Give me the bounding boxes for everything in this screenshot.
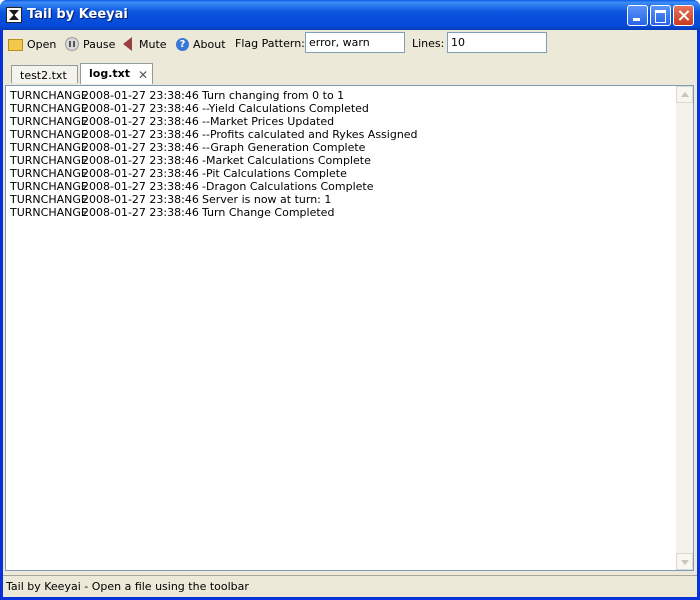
about-button[interactable]: ? About [176,36,226,52]
window-title: Tail by Keeyai [27,7,128,22]
log-line: TURNCHANGE2008-01-27 23:38:46 -Pit Calcul… [10,167,670,180]
log-line: TURNCHANGE2008-01-27 23:38:46 Turn Change… [10,206,670,219]
log-timestamp: 2008-01-27 23:38:46 [82,193,199,206]
log-timestamp: 2008-01-27 23:38:46 [82,115,199,128]
log-line: TURNCHANGE2008-01-27 23:38:46 Server is n… [10,193,670,206]
log-timestamp: 2008-01-27 23:38:46 [82,141,199,154]
app-window: Tail by Keeyai Open Pause Mute ? About F… [0,0,700,600]
log-line: TURNCHANGE2008-01-27 23:38:46 --Profits c… [10,128,670,141]
log-level: TURNCHANGE [10,154,88,167]
log-timestamp: 2008-01-27 23:38:46 [82,102,199,115]
log-timestamp: 2008-01-27 23:38:46 [82,128,199,141]
log-level: TURNCHANGE [10,141,88,154]
pause-label: Pause [83,37,116,51]
log-level: TURNCHANGE [10,193,88,206]
log-line: TURNCHANGE2008-01-27 23:38:46 --Graph Gen… [10,141,670,154]
log-level: TURNCHANGE [10,180,88,193]
log-message: -Market Calculations Complete [202,154,371,167]
log-timestamp: 2008-01-27 23:38:46 [82,89,199,102]
log-timestamp: 2008-01-27 23:38:46 [82,167,199,180]
log-timestamp: 2008-01-27 23:38:46 [82,154,199,167]
folder-open-icon [8,39,23,51]
scroll-up-button[interactable] [676,86,693,103]
log-lines: TURNCHANGE2008-01-27 23:38:46 Turn changi… [10,89,670,219]
minimize-button[interactable] [627,5,648,26]
arrow-up-icon [681,92,689,97]
log-level: TURNCHANGE [10,206,88,219]
minimize-icon [628,6,647,25]
lines-label: Lines: [412,37,445,50]
client-area: Open Pause Mute ? About Flag Pattern: Li… [3,30,697,597]
help-icon: ? [176,37,189,51]
status-bar: Tail by Keeyai - Open a file using the t… [3,575,697,598]
open-button[interactable]: Open [8,36,56,52]
mute-label: Mute [139,37,167,51]
log-message: Turn Change Completed [202,206,335,219]
title-bar[interactable]: Tail by Keeyai [0,0,700,30]
flag-pattern-label: Flag Pattern: [235,37,305,50]
tab-log[interactable]: log.txt ✕ [80,63,153,84]
open-label: Open [27,37,57,51]
flag-pattern-input[interactable] [305,32,405,53]
log-view[interactable]: TURNCHANGE2008-01-27 23:38:46 Turn changi… [5,85,694,571]
log-message: -Dragon Calculations Complete [202,180,374,193]
lines-input[interactable] [447,32,547,53]
tab-label: test2.txt [20,69,67,82]
tab-test2[interactable]: test2.txt [11,65,78,83]
toolbar: Open Pause Mute ? About Flag Pattern: Li… [3,30,697,58]
log-level: TURNCHANGE [10,128,88,141]
log-message: --Market Prices Updated [202,115,335,128]
log-message: Server is now at turn: 1 [202,193,332,206]
log-message: -Pit Calculations Complete [202,167,347,180]
maximize-icon [651,6,670,25]
log-message: --Profits calculated and Rykes Assigned [202,128,418,141]
log-line: TURNCHANGE2008-01-27 23:38:46 --Market Pr… [10,115,670,128]
maximize-button[interactable] [650,5,671,26]
close-icon [674,6,693,25]
close-button[interactable] [673,5,694,26]
scroll-down-button[interactable] [676,553,693,570]
log-timestamp: 2008-01-27 23:38:46 [82,206,199,219]
app-icon [6,7,22,23]
log-level: TURNCHANGE [10,89,88,102]
log-line: TURNCHANGE2008-01-27 23:38:46 Turn changi… [10,89,670,102]
tab-close-icon[interactable]: ✕ [138,68,148,82]
log-message: --Graph Generation Complete [202,141,366,154]
pause-button[interactable]: Pause [65,36,115,52]
log-message: Turn changing from 0 to 1 [202,89,345,102]
status-text: Tail by Keeyai - Open a file using the t… [6,580,249,593]
log-line: TURNCHANGE2008-01-27 23:38:46 --Yield Cal… [10,102,670,115]
log-message: --Yield Calculations Completed [202,102,369,115]
arrow-down-icon [681,560,689,565]
log-level: TURNCHANGE [10,167,88,180]
vertical-scrollbar[interactable] [676,86,693,570]
log-line: TURNCHANGE2008-01-27 23:38:46 -Dragon Cal… [10,180,670,193]
pause-icon [65,37,79,51]
log-level: TURNCHANGE [10,102,88,115]
about-label: About [193,37,226,51]
mute-button[interactable]: Mute [123,36,167,52]
log-line: TURNCHANGE2008-01-27 23:38:46 -Market Cal… [10,154,670,167]
speaker-mute-icon [123,37,132,51]
log-timestamp: 2008-01-27 23:38:46 [82,180,199,193]
tab-label: log.txt [89,67,130,80]
log-level: TURNCHANGE [10,115,88,128]
